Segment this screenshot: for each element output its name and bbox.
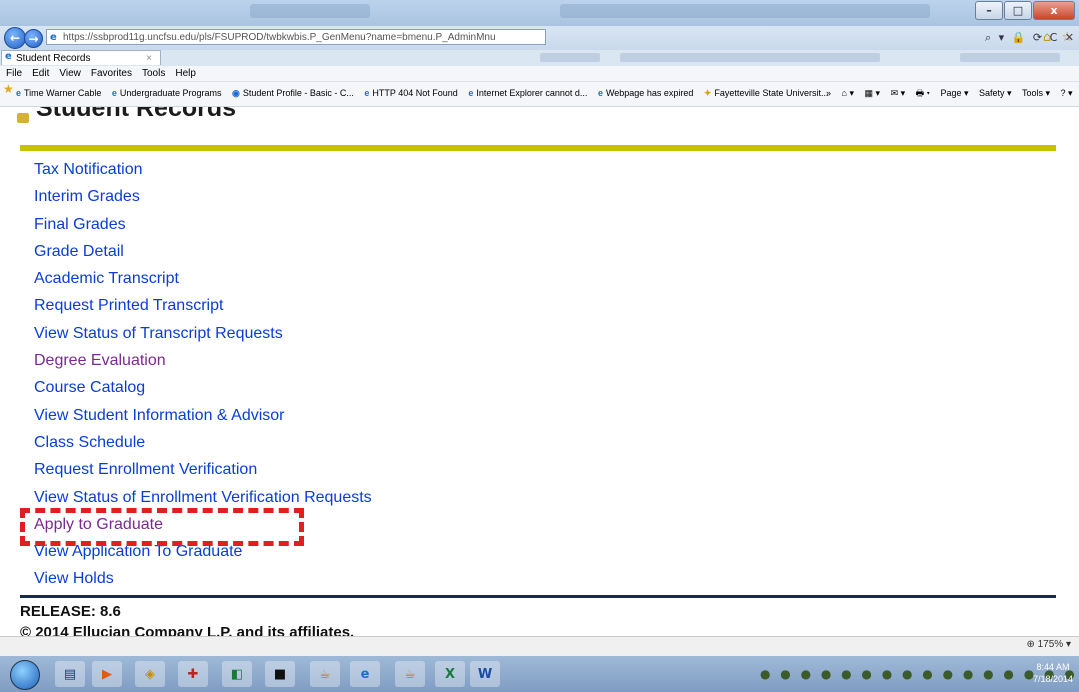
- close-window-button[interactable]: x: [1033, 1, 1075, 20]
- more-favorites-chevron[interactable]: »: [826, 88, 831, 98]
- link-view-status-transcript-requests[interactable]: View Status of Transcript Requests: [34, 324, 372, 351]
- internet-explorer-icon[interactable]: e: [350, 661, 380, 687]
- menu-tools[interactable]: Tools: [142, 68, 165, 79]
- tools-menu[interactable]: Tools ▾: [1022, 88, 1050, 98]
- menu-view[interactable]: View: [59, 68, 81, 79]
- page-menu[interactable]: Page ▾: [940, 88, 968, 98]
- fav-item[interactable]: ◉ Student Profile - Basic - C...: [232, 88, 354, 98]
- java-icon[interactable]: ☕: [395, 661, 425, 687]
- maximize-button[interactable]: □: [1004, 1, 1032, 20]
- blurred-area: [960, 53, 1060, 62]
- link-view-holds[interactable]: View Holds: [34, 569, 372, 596]
- tab-strip: e Student Records ×: [0, 50, 1079, 66]
- command-bar: » ⌂ ▾ ▦ ▾ ✉ ▾ 🖶 ▾ Page ▾ Safety ▾ Tools …: [826, 82, 1079, 104]
- ie-page-icon: e: [50, 32, 57, 43]
- start-button[interactable]: [10, 660, 40, 690]
- link-request-printed-transcript[interactable]: Request Printed Transcript: [34, 296, 372, 323]
- status-bar: ⊕ 175% ▾: [0, 636, 1079, 657]
- menu-bar: File Edit View Favorites Tools Help: [0, 66, 1079, 82]
- app-icon[interactable]: ◧: [222, 661, 252, 687]
- fav-item[interactable]: e HTTP 404 Not Found: [364, 88, 457, 98]
- ie-tab-icon: e: [5, 51, 12, 62]
- media-player-icon[interactable]: ▶: [92, 661, 122, 687]
- app-icon[interactable]: ◈: [135, 661, 165, 687]
- word-icon[interactable]: W: [470, 661, 500, 687]
- excel-icon[interactable]: X: [435, 661, 465, 687]
- minimize-button[interactable]: –: [975, 1, 1003, 20]
- home-favorites-icons[interactable]: ⌂ ☆: [1043, 30, 1076, 45]
- link-view-student-information-advisor[interactable]: View Student Information & Advisor: [34, 406, 372, 433]
- link-grade-detail[interactable]: Grade Detail: [34, 242, 372, 269]
- back-button[interactable]: ←: [4, 27, 26, 49]
- clock-date: 7/18/2014: [1032, 674, 1073, 684]
- copyright-notice: © 2014 Ellucian Company L.P. and its aff…: [20, 624, 355, 636]
- page-content: Student Records Tax Notification Interim…: [0, 107, 1079, 636]
- fav-item[interactable]: e Internet Explorer cannot d...: [468, 88, 587, 98]
- window-controls: – □ x: [974, 1, 1075, 20]
- blurred-area: [540, 53, 600, 62]
- link-class-schedule[interactable]: Class Schedule: [34, 433, 372, 460]
- clock[interactable]: 8:44 AM 7/18/2014: [1033, 661, 1073, 685]
- help-menu[interactable]: ? ▾: [1060, 88, 1072, 98]
- menu-help[interactable]: Help: [175, 68, 196, 79]
- link-degree-evaluation[interactable]: Degree Evaluation: [34, 351, 372, 378]
- tab-label: Student Records: [16, 53, 91, 64]
- fav-item[interactable]: e Webpage has expired: [598, 88, 693, 98]
- link-final-grades[interactable]: Final Grades: [34, 215, 372, 242]
- link-request-enrollment-verification[interactable]: Request Enrollment Verification: [34, 460, 372, 487]
- student-records-icon: [17, 113, 29, 123]
- fav-item[interactable]: ✦ Fayetteville State Universit...: [704, 88, 829, 98]
- blurred-title-area: [560, 4, 930, 18]
- safety-menu[interactable]: Safety ▾: [979, 88, 1012, 98]
- navy-divider: [20, 595, 1056, 598]
- app-icon[interactable]: ✚: [178, 661, 208, 687]
- home-dropdown[interactable]: ⌂ ▾: [842, 88, 854, 98]
- menu-file[interactable]: File: [6, 68, 22, 79]
- tab-student-records[interactable]: e Student Records ×: [1, 50, 161, 65]
- address-bar-row: ← → e https://ssbprod11g.uncfsu.edu/pls/…: [0, 26, 1079, 50]
- fav-item[interactable]: e Time Warner Cable: [16, 88, 101, 98]
- url-text: https://ssbprod11g.uncfsu.edu/pls/FSUPRO…: [63, 32, 496, 43]
- favorites-star-icon[interactable]: ★: [3, 82, 14, 96]
- window-title-bar: – □ x: [0, 0, 1079, 26]
- feeds-dropdown[interactable]: ▦ ▾: [865, 88, 881, 98]
- url-field[interactable]: e https://ssbprod11g.uncfsu.edu/pls/FSUP…: [46, 29, 546, 45]
- print-dropdown[interactable]: 🖶 ▾: [916, 88, 930, 98]
- taskbar: ▤ ▶ ◈ ✚ ◧ ■ ☕ e ☕ X W ● ● ● ● ● ● ● ● ● …: [0, 656, 1079, 692]
- favorites-bar: ★ e Time Warner Cable e Undergraduate Prog…: [0, 82, 1079, 107]
- command-prompt-icon[interactable]: ■: [265, 661, 295, 687]
- page-title: Student Records: [36, 107, 237, 122]
- highlight-box: [20, 508, 304, 546]
- clock-time: 8:44 AM: [1036, 662, 1070, 672]
- yellow-divider: [20, 145, 1056, 151]
- link-view-application-to-graduate[interactable]: View Application To Graduate: [34, 542, 372, 569]
- menu-favorites[interactable]: Favorites: [91, 68, 132, 79]
- link-academic-transcript[interactable]: Academic Transcript: [34, 269, 372, 296]
- system-tray-icons[interactable]: ● ● ● ● ● ● ● ● ● ● ● ● ● ● ● ●: [760, 667, 1078, 681]
- file-explorer-icon[interactable]: ▤: [55, 661, 85, 687]
- link-course-catalog[interactable]: Course Catalog: [34, 378, 372, 405]
- link-interim-grades[interactable]: Interim Grades: [34, 187, 372, 214]
- mail-dropdown[interactable]: ✉ ▾: [891, 88, 906, 98]
- blurred-title-area: [250, 4, 370, 18]
- forward-button[interactable]: →: [24, 29, 43, 48]
- release-version: RELEASE: 8.6: [20, 603, 121, 620]
- blurred-area: [620, 53, 880, 62]
- tab-close-icon[interactable]: ×: [146, 51, 152, 66]
- java-icon[interactable]: ☕: [310, 661, 340, 687]
- fav-item[interactable]: e Undergraduate Programs: [112, 88, 222, 98]
- link-tax-notification[interactable]: Tax Notification: [34, 160, 372, 187]
- menu-edit[interactable]: Edit: [32, 68, 49, 79]
- zoom-level[interactable]: ⊕ 175% ▾: [1026, 639, 1071, 650]
